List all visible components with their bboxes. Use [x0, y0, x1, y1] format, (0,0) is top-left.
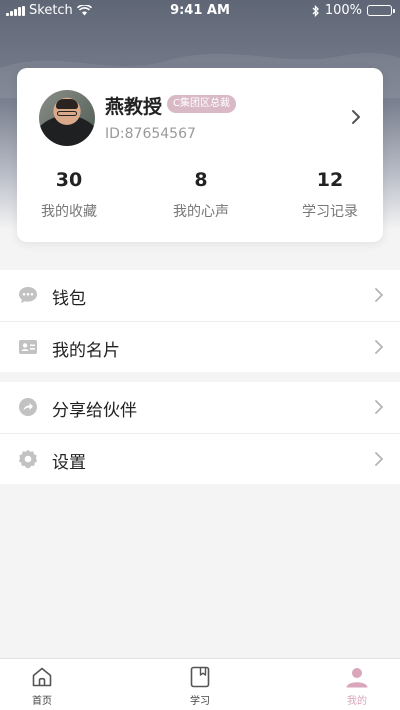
menu-item-settings[interactable]: 设置: [0, 433, 400, 484]
menu-label: 我的名片: [52, 341, 120, 361]
menu-item-wallet[interactable]: 钱包: [0, 270, 400, 321]
tab-profile[interactable]: 我的: [317, 659, 397, 710]
bottom-tab-bar: 首页 学习 我的: [0, 658, 400, 710]
battery-percent: 100%: [324, 3, 362, 18]
share-icon: [19, 398, 37, 416]
user-id: ID:87654567: [105, 126, 196, 142]
battery-icon: [367, 5, 395, 16]
status-bar: Sketch 9:41 AM 100%: [0, 0, 400, 22]
bluetooth-icon: [312, 4, 319, 17]
stat-value: 12: [316, 169, 344, 191]
chevron-right-icon[interactable]: [349, 108, 363, 126]
avatar[interactable]: [39, 90, 95, 146]
stat-favorites[interactable]: 30 我的收藏: [19, 169, 119, 221]
chevron-right-icon: [375, 400, 384, 414]
role-badge: C集团区总裁: [167, 95, 236, 113]
id-card-icon: [19, 340, 37, 354]
status-bar-right: 100%: [312, 3, 395, 18]
stat-study-records[interactable]: 12 学习记录: [280, 169, 380, 221]
menu-group-general: 分享给伙伴 设置: [0, 382, 400, 484]
menu-label: 设置: [52, 453, 86, 473]
book-icon: [190, 666, 210, 688]
stat-label: 我的收藏: [41, 204, 97, 220]
menu-label: 分享给伙伴: [52, 401, 137, 421]
tab-label: 我的: [347, 696, 367, 707]
stat-value: 8: [194, 169, 208, 191]
tab-label: 首页: [32, 696, 52, 707]
stats-row: 30 我的收藏 8 我的心声 12 学习记录: [17, 169, 383, 229]
stat-label: 我的心声: [173, 204, 229, 220]
chevron-right-icon: [375, 288, 384, 302]
stat-value: 30: [55, 169, 83, 191]
menu-group-account: 钱包 我的名片: [0, 270, 400, 372]
menu-item-share[interactable]: 分享给伙伴: [0, 382, 400, 433]
profile-card[interactable]: 燕教授 C集团区总裁 ID:87654567 30 我的收藏 8 我的心声 12…: [17, 68, 383, 242]
chat-bubble-icon: [19, 287, 37, 303]
stat-voices[interactable]: 8 我的心声: [151, 169, 251, 221]
tab-home[interactable]: 首页: [2, 659, 82, 710]
chevron-right-icon: [375, 452, 384, 466]
stat-label: 学习记录: [302, 204, 358, 220]
profile-icon: [346, 668, 368, 688]
home-icon: [32, 667, 52, 687]
gear-icon: [18, 449, 38, 469]
tab-label: 学习: [190, 696, 210, 707]
user-name: 燕教授: [105, 96, 163, 118]
tab-study[interactable]: 学习: [160, 659, 240, 710]
menu-label: 钱包: [52, 289, 86, 309]
menu-item-business-card[interactable]: 我的名片: [0, 321, 400, 372]
chevron-right-icon: [375, 340, 384, 354]
